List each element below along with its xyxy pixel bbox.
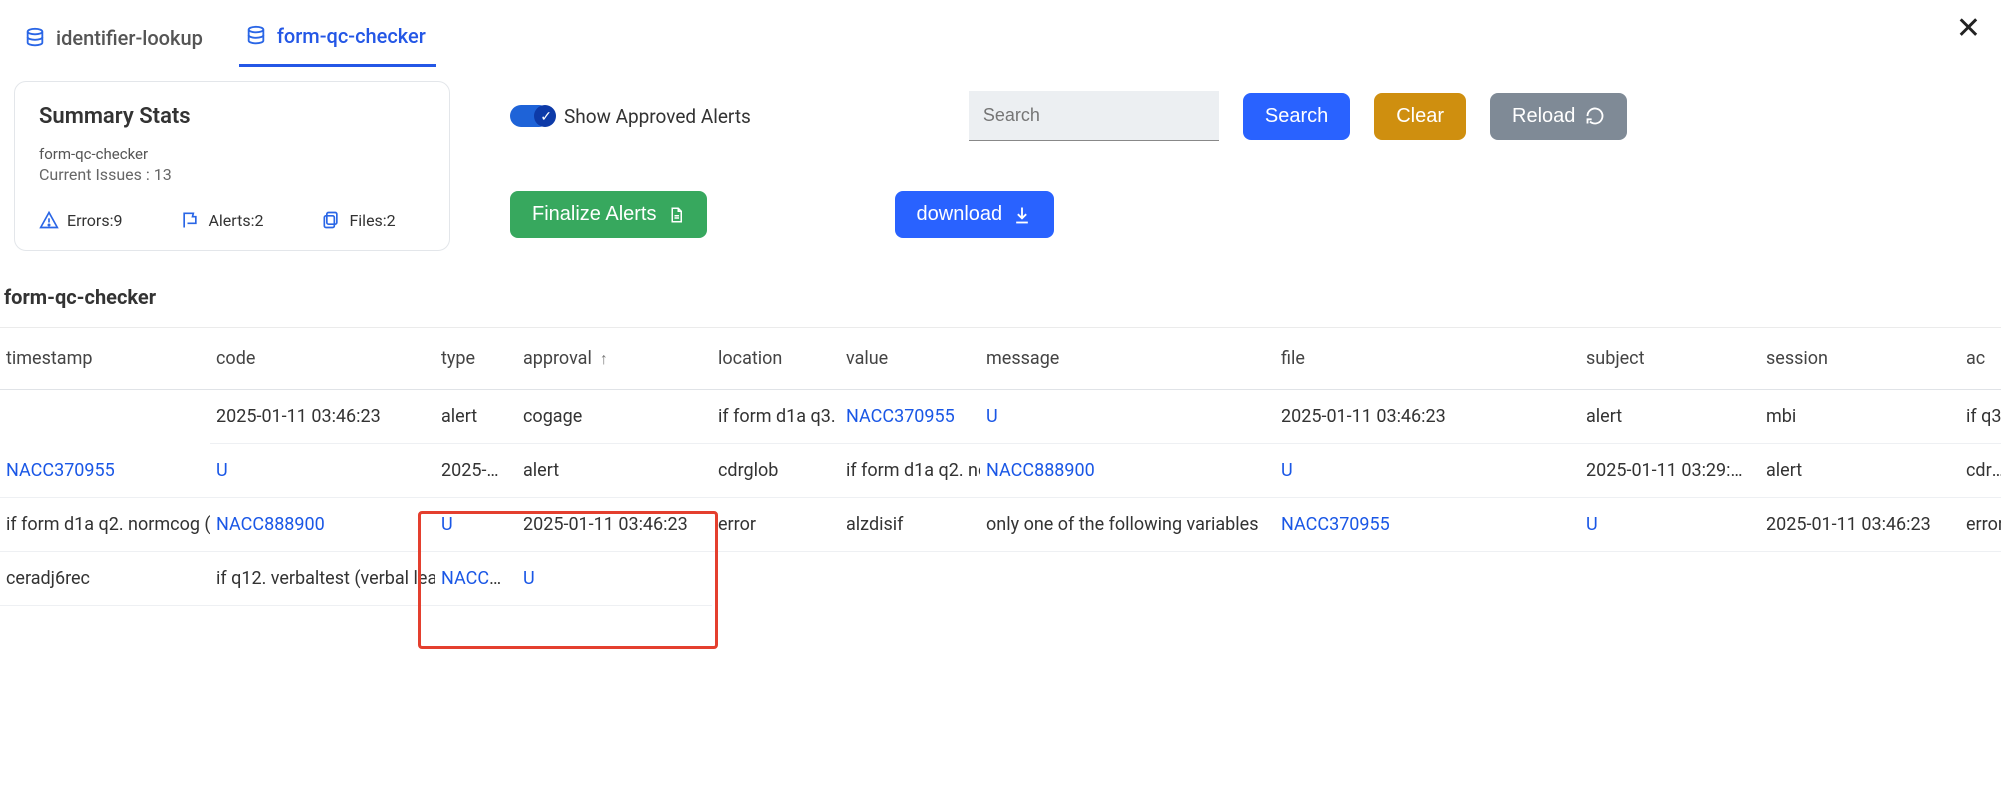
cell-action[interactable]: U (517, 552, 712, 606)
cell-type: alert (435, 390, 517, 444)
cell-timestamp: 2025-01-11 03:46:23 (1275, 390, 1580, 444)
top-controls-row: Summary Stats form-qc-checker Current Is… (0, 67, 2001, 251)
cell-subject[interactable]: NACC370955 (840, 390, 980, 444)
cell-location: cdrglob (712, 444, 840, 498)
finalize-alerts-button[interactable]: Finalize Alerts (510, 191, 707, 238)
flag-icon (180, 210, 200, 230)
cell-timestamp: 2025-01-11 03:29:05 (435, 444, 517, 498)
cell-message: if q3. demented (dementia?)=1 (ye (1960, 390, 2001, 444)
cell-action[interactable]: U (980, 390, 1275, 444)
tab-form-qc-checker[interactable]: form-qc-checker (239, 14, 436, 67)
summary-title: Summary Stats (39, 104, 425, 129)
cell-type: alert (1580, 390, 1760, 444)
files-icon (321, 210, 341, 230)
cell-location: mbi (1760, 390, 1960, 444)
sort-asc-icon: ↑ (600, 349, 608, 368)
cell-action[interactable]: U (210, 444, 435, 498)
cell-subject[interactable]: NACC888900 (210, 498, 435, 552)
cell-location: cogage (517, 390, 712, 444)
cell-message: if q12. verbaltest (verbal learning t (210, 552, 435, 606)
cell-action[interactable]: U (1580, 498, 1760, 552)
col-action[interactable]: ac (1960, 328, 2001, 390)
show-approved-toggle[interactable]: ✓ (510, 105, 550, 127)
cell-message: if form d1a q3. demented (dementi (712, 390, 840, 444)
cell-timestamp: 2025-01-11 03:46:23 (517, 498, 712, 552)
cell-location: cdrsum (1960, 444, 2001, 498)
cell-location: ceradj6rec (0, 552, 210, 606)
col-value[interactable]: value (840, 328, 980, 390)
stat-errors: Errors:9 (39, 210, 122, 230)
cell-subject[interactable]: NACC370955 (1275, 498, 1580, 552)
search-button[interactable]: Search (1243, 93, 1350, 140)
tab-label: identifier-lookup (56, 26, 203, 50)
search-input[interactable] (969, 91, 1219, 141)
warning-icon (39, 210, 59, 230)
summary-stats-card: Summary Stats form-qc-checker Current Is… (14, 81, 450, 251)
reload-button[interactable]: Reload (1490, 93, 1627, 140)
stat-alerts: Alerts:2 (180, 210, 263, 230)
tab-identifier-lookup[interactable]: identifier-lookup (18, 16, 213, 66)
search-input-wrap (969, 91, 1219, 141)
col-code[interactable]: code (210, 328, 435, 390)
database-icon (245, 25, 267, 47)
database-icon (24, 27, 46, 49)
col-file[interactable]: file (1275, 328, 1580, 390)
cell-action[interactable]: U (1275, 444, 1580, 498)
cell-type: alert (517, 444, 712, 498)
cell-subject[interactable]: NACC370955 (0, 444, 210, 498)
summary-subtitle: form-qc-checker (39, 145, 425, 163)
col-type[interactable]: type (435, 328, 517, 390)
cell-location: alzdisif (840, 498, 980, 552)
cell-type: error (1960, 498, 2001, 552)
cell-message: only one of the following variables (980, 498, 1275, 552)
cell-subject[interactable]: NACC370955 (435, 552, 517, 606)
cell-type: alert (1760, 444, 1960, 498)
col-timestamp[interactable]: timestamp (0, 328, 210, 390)
tab-label: form-qc-checker (277, 24, 426, 48)
cell-message: if form d1a q2. normcog (normal c (0, 498, 210, 552)
cell-timestamp: 2025-01-11 03:46:23 (210, 390, 435, 444)
tabs-bar: identifier-lookup form-qc-checker (0, 0, 2001, 67)
cell-action[interactable]: U (435, 498, 517, 552)
issues-table: timestamp code type approval↑ location v… (0, 327, 2001, 606)
document-icon (667, 205, 685, 225)
col-location[interactable]: location (712, 328, 840, 390)
download-icon (1012, 205, 1032, 225)
cell-subject[interactable]: NACC888900 (980, 444, 1275, 498)
stat-files: Files:2 (321, 210, 395, 230)
clear-button[interactable]: Clear (1374, 93, 1466, 140)
col-approval[interactable]: approval↑ (517, 328, 712, 390)
section-heading: form-qc-checker (0, 251, 2001, 327)
cell-message: if form d1a q2. normcog (normal c (840, 444, 980, 498)
close-icon[interactable]: ✕ (1956, 14, 1981, 44)
download-button[interactable]: download (895, 191, 1055, 238)
reload-icon (1585, 106, 1605, 126)
cell-timestamp: 2025-01-11 03:46:23 (1760, 498, 1960, 552)
cell-type: error (712, 498, 840, 552)
summary-issues: Current Issues : 13 (39, 165, 425, 184)
cell-timestamp: 2025-01-11 03:29:05 (1580, 444, 1760, 498)
col-subject[interactable]: subject (1580, 328, 1760, 390)
col-session[interactable]: session (1760, 328, 1960, 390)
toggle-label: Show Approved Alerts (564, 105, 751, 128)
col-message[interactable]: message (980, 328, 1275, 390)
